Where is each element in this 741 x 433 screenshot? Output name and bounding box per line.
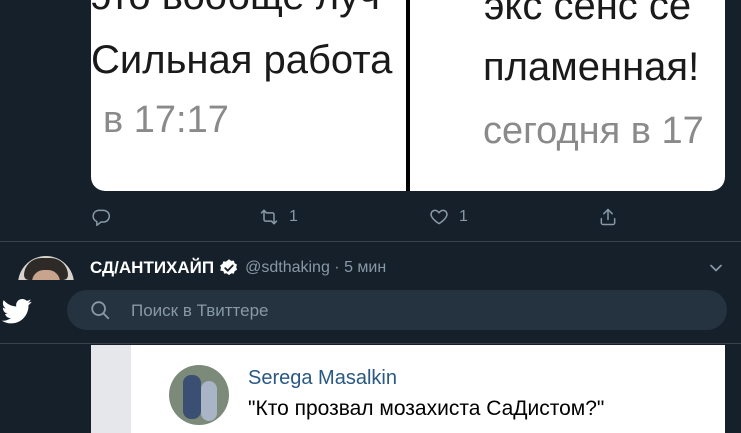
top-search-bar: Поиск в Твиттере [0, 280, 741, 344]
author-name[interactable]: СД/АНТИХАЙП [90, 258, 214, 278]
reply-button[interactable] [91, 203, 121, 231]
image-side-panel [91, 345, 131, 433]
search-input[interactable]: Поиск в Твиттере [67, 290, 727, 330]
twitter-logo-icon[interactable] [0, 296, 34, 326]
embedded-author-name: Serega Masalkin [248, 367, 397, 389]
image-timestamp: в 17:17 [103, 99, 229, 141]
share-button[interactable] [598, 203, 618, 231]
image-text-line: пламенная! [483, 45, 700, 89]
tweet-divider [0, 241, 741, 242]
verified-badge-icon [220, 259, 238, 276]
image-text-line: экс сенс се [484, 0, 692, 28]
reply-icon [92, 209, 111, 227]
avatar-figure [183, 375, 201, 419]
like-button[interactable]: 1 [429, 203, 468, 231]
image-timestamp: сегодня в 17 [483, 110, 704, 152]
media-image-right[interactable]: экс сенс се пламенная! сегодня в 17 [410, 0, 725, 191]
search-icon [91, 301, 110, 320]
share-icon [600, 208, 616, 226]
like-count: 1 [459, 208, 468, 225]
tweet-media-image[interactable]: Serega Masalkin "Кто прозвал мозахиста С… [91, 345, 725, 433]
image-text-line: это вообще луч [91, 0, 380, 19]
search-placeholder: Поиск в Твиттере [131, 301, 269, 320]
avatar [169, 365, 229, 425]
tweet-actions: 1 1 [91, 203, 725, 231]
retweet-icon [260, 209, 278, 225]
embedded-quote-text: "Кто прозвал мозахиста СаДистом?" [248, 397, 605, 420]
handle-and-time[interactable]: @sdthaking · 5 мин [245, 259, 386, 277]
tweet-media-grid[interactable]: это вообще луч Сильная работа в 17:17 эк… [91, 0, 725, 191]
retweet-count: 1 [289, 208, 298, 225]
image-text-line: Сильная работа [91, 38, 393, 82]
timeline: это вообще луч Сильная работа в 17:17 эк… [0, 0, 741, 433]
tweet-header: СД/АНТИХАЙП @sdthaking · 5 мин [90, 256, 386, 280]
media-image-left[interactable]: это вообще луч Сильная работа в 17:17 [91, 0, 406, 191]
avatar-figure [201, 381, 217, 421]
chevron-down-icon[interactable] [706, 258, 726, 278]
heart-icon [430, 209, 448, 225]
retweet-button[interactable]: 1 [259, 203, 298, 231]
